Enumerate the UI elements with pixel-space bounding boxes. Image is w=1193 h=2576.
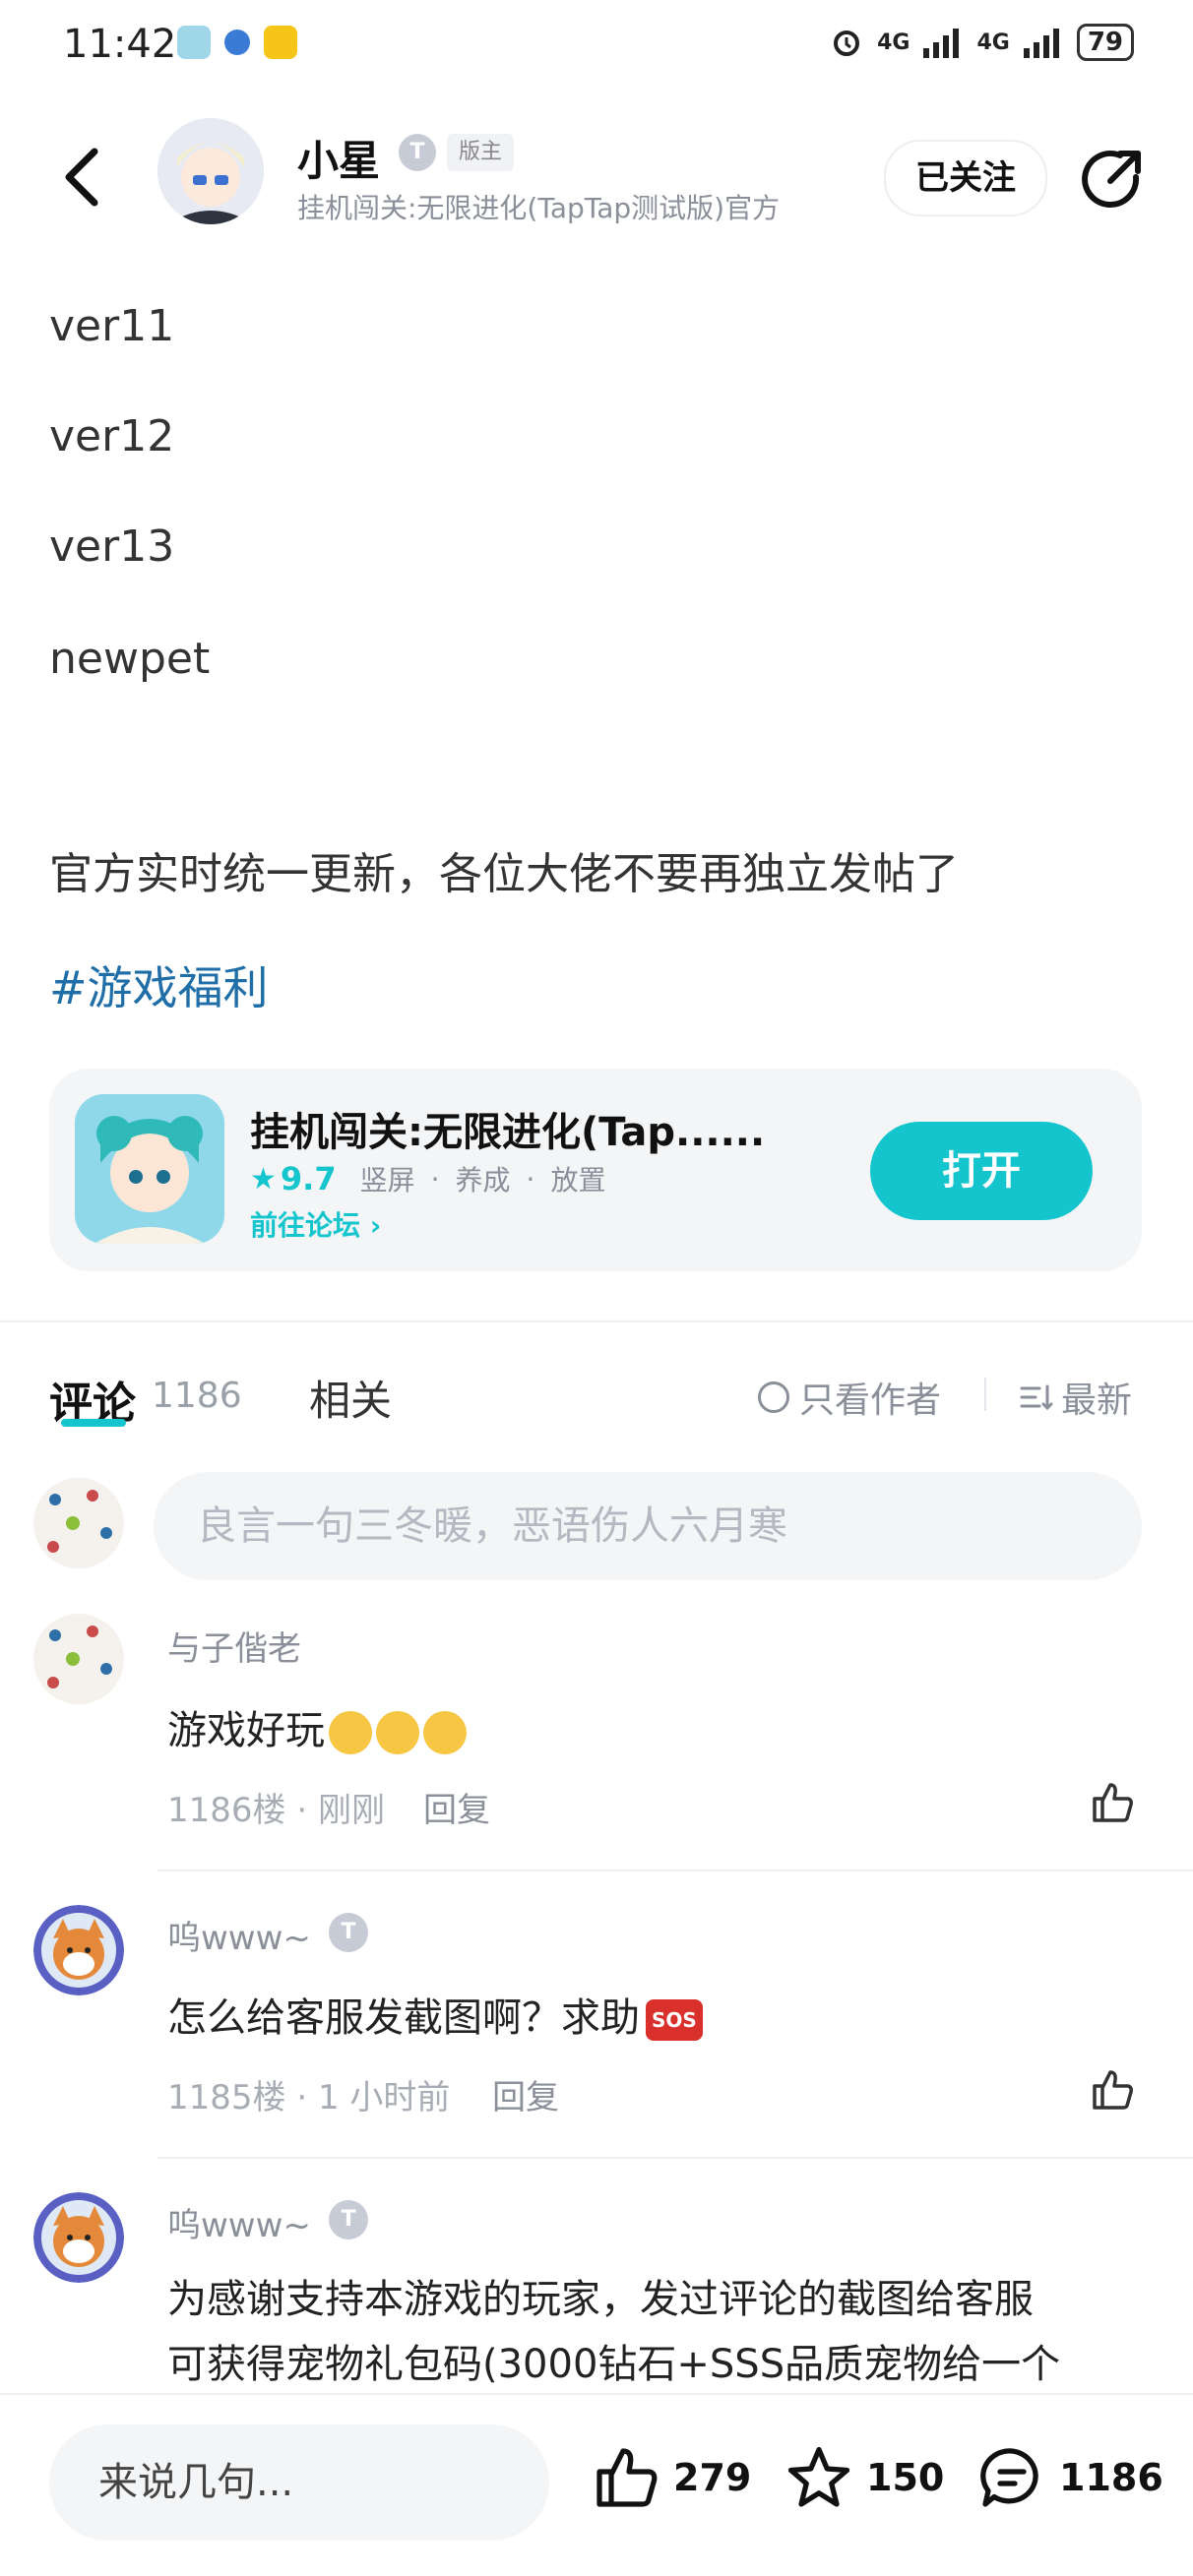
moderator-badge: 版主	[447, 134, 515, 171]
emoji-icon	[423, 1711, 467, 1754]
comment-floor: 1185楼	[167, 2078, 286, 2117]
favorite-count: 150	[866, 2456, 945, 2499]
comment-total: 1186	[1059, 2456, 1163, 2499]
game-icon	[75, 1094, 224, 1244]
author-avatar[interactable]	[157, 118, 264, 224]
dot-separator: ·	[430, 1162, 440, 1196]
comment-text-content: 游戏好玩	[167, 1708, 325, 1753]
comment-time: 1 小时前	[317, 2078, 451, 2117]
dot-separator: ·	[296, 1791, 318, 1830]
level-badge: T	[329, 1913, 368, 1952]
like-stat[interactable]: 279	[591, 2442, 751, 2513]
network-label-1: 4G	[877, 30, 910, 55]
emoji-icon	[376, 1711, 419, 1754]
game-tag: 放置	[550, 1164, 606, 1196]
game-meta: ★ 9.7 竖屏 · 养成 · 放置	[250, 1159, 605, 1198]
game-card[interactable]: 挂机闯关:无限进化(Tap...... ★ 9.7 竖屏 · 养成 · 放置 前…	[49, 1069, 1142, 1271]
commenter-avatar[interactable]	[33, 2192, 124, 2283]
game-title: 挂机闯关:无限进化(Tap......	[250, 1110, 766, 1155]
status-time: 11:42	[63, 22, 177, 67]
sort-icon	[1020, 1384, 1053, 1411]
comment-text: 游戏好玩	[167, 1698, 467, 1755]
follow-button[interactable]: 已关注	[884, 140, 1047, 216]
comment-stat[interactable]: 1186	[976, 2442, 1163, 2513]
comment-text: 怎么给客服发截图啊？求助 SOS	[167, 1986, 703, 2043]
sort-toggle[interactable]: 最新	[1020, 1372, 1132, 1423]
thumbs-up-icon	[596, 2448, 658, 2507]
comment-text-line: 为感谢支持本游戏的玩家，发过评论的截图给客服	[167, 2277, 1034, 2322]
comment-bubble-icon	[980, 2448, 1038, 2507]
author-only-toggle[interactable]: 只看作者	[758, 1372, 941, 1423]
author-only-label: 只看作者	[799, 1380, 942, 1421]
comment-divider	[157, 2157, 1193, 2159]
gallery-notification-icon	[177, 26, 211, 59]
commenter-name[interactable]: 与子偕老	[167, 1622, 301, 1670]
comment-meta: 1185楼 · 1 小时前	[167, 2070, 450, 2118]
comment-divider	[157, 1870, 1193, 1871]
commenter-name[interactable]: 呜www~	[167, 2198, 311, 2246]
post-text: 官方实时统一更新，各位大佬不要再独立发帖了	[49, 849, 959, 899]
commenter-avatar[interactable]	[33, 1905, 124, 1995]
post-line-4: newpet	[49, 634, 211, 684]
bottom-action-bar: 279 150 1186	[0, 2393, 1193, 2576]
message-notification-icon	[264, 26, 297, 59]
comments-count: 1186	[152, 1376, 242, 1416]
star-icon: ★	[250, 1161, 277, 1196]
app-notification-icon	[224, 30, 250, 55]
commenter-avatar[interactable]	[33, 1614, 124, 1704]
commenter-name[interactable]: 呜www~	[167, 1911, 311, 1959]
level-badge: T	[399, 134, 436, 171]
system-status: 4G 4G 79	[830, 24, 1134, 61]
user-avatar	[33, 1478, 124, 1568]
reply-button[interactable]: 回复	[423, 1783, 490, 1831]
hashtag-link[interactable]: #游戏福利	[49, 952, 269, 1017]
comment-time: 刚刚	[317, 1791, 385, 1830]
like-count: 279	[673, 2456, 752, 2499]
chevron-right-icon: ›	[369, 1209, 382, 1242]
dot-separator: ·	[296, 2078, 318, 2117]
post-line-2: ver12	[49, 411, 175, 461]
tab-related[interactable]: 相关	[309, 1368, 392, 1428]
signal-icon-1	[923, 29, 960, 58]
post-line-3: ver13	[49, 521, 175, 572]
post-line-1: ver11	[49, 301, 175, 351]
comment-text-line: 可获得宠物礼包码(3000钻石+SSS品质宠物给一个	[167, 2342, 1061, 2387]
notification-icons	[177, 26, 297, 59]
star-outline-icon	[787, 2446, 850, 2507]
like-icon[interactable]	[1089, 1779, 1136, 1826]
section-divider	[0, 1320, 1193, 1322]
forum-link[interactable]: 前往论坛 ›	[250, 1204, 381, 1244]
reply-button[interactable]: 回复	[492, 2070, 559, 2118]
game-tag: 养成	[455, 1164, 511, 1196]
quick-comment-input[interactable]	[49, 2424, 549, 2541]
favorite-stat[interactable]: 150	[784, 2442, 944, 2513]
battery-indicator: 79	[1076, 24, 1134, 61]
open-game-button[interactable]: 打开	[870, 1122, 1093, 1220]
game-tag: 竖屏	[359, 1164, 415, 1196]
radio-circle-icon	[758, 1381, 789, 1413]
game-score: 9.7	[280, 1160, 337, 1197]
author-name[interactable]: 小星	[297, 128, 380, 188]
sos-emoji-icon: SOS	[646, 1999, 703, 2041]
level-badge: T	[329, 2200, 368, 2239]
comment-input[interactable]	[154, 1472, 1142, 1580]
like-icon[interactable]	[1089, 2066, 1136, 2114]
comment-floor: 1186楼	[167, 1791, 286, 1830]
comment-meta: 1186楼 · 刚刚	[167, 1783, 385, 1831]
dot-separator: ·	[526, 1162, 535, 1196]
emoji-icon	[329, 1711, 372, 1754]
network-label-2: 4G	[976, 30, 1010, 55]
active-tab-indicator	[61, 1419, 126, 1427]
filter-divider	[984, 1378, 986, 1411]
author-subtitle: 挂机闯关:无限进化(TapTap测试版)官方	[297, 192, 781, 224]
back-icon[interactable]	[55, 138, 114, 216]
share-icon[interactable]	[1077, 144, 1148, 215]
comment-text-content: 怎么给客服发截图啊？求助	[167, 1995, 640, 2041]
sort-label: 最新	[1061, 1380, 1133, 1421]
signal-icon-2	[1023, 29, 1059, 58]
alarm-icon	[834, 31, 860, 56]
forum-link-label: 前往论坛	[250, 1209, 361, 1242]
